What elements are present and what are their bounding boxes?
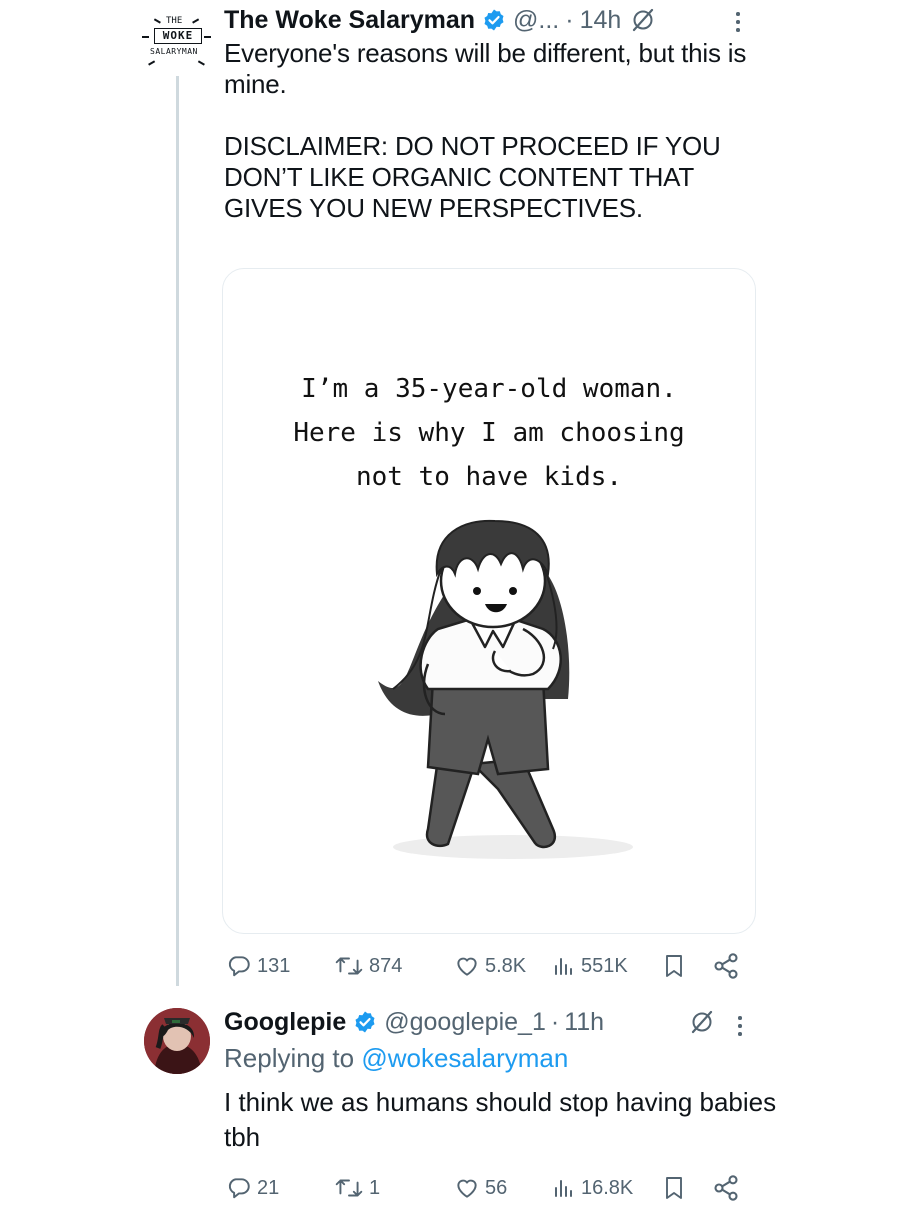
bookmark-button[interactable] (662, 948, 686, 984)
bookmark-icon (666, 955, 682, 977)
tweet1-media-image[interactable]: I’m a 35-year-old woman. Here is why I a… (222, 268, 756, 934)
tweet2-header: Googlepie @googlepie_1 · 11h (224, 1004, 604, 1040)
woke-salaryman-avatar[interactable]: THE WOKE SALARYMAN (140, 6, 214, 72)
reply-icon (228, 956, 250, 977)
repost-count: 874 (369, 954, 403, 977)
grok-icon[interactable] (688, 1008, 716, 1036)
thread-connector-line (176, 76, 179, 986)
separator-dot: · (565, 5, 574, 34)
logo-stroke (198, 60, 205, 66)
replying-prefix: Replying to (224, 1043, 362, 1073)
views-icon (555, 1180, 572, 1197)
logo-stroke (154, 18, 161, 24)
logo-line-2: WOKE (154, 28, 202, 44)
tweet1-text: Everyone's reasons will be different, bu… (224, 38, 747, 99)
comic-title-line: not to have kids. (355, 462, 623, 492)
googlepie-avatar[interactable] (144, 1008, 210, 1074)
reply-count: 21 (257, 1176, 280, 1199)
bookmark-button[interactable] (662, 1170, 686, 1206)
logo-line-3: SALARYMAN (150, 47, 198, 56)
timestamp[interactable]: 11h (564, 1008, 604, 1037)
repost-icon (335, 957, 363, 975)
replying-to: Replying to @wokesalaryman (224, 1043, 568, 1074)
like-icon (457, 957, 477, 976)
like-count: 5.8K (485, 954, 527, 977)
author-name[interactable]: Googlepie (224, 1008, 346, 1037)
author-handle[interactable]: @googlepie_1 (384, 1008, 546, 1037)
verified-badge-icon (484, 9, 504, 31)
tweet2-action-bar: 21 1 56 16.8K (222, 1170, 752, 1206)
avatar-image (144, 1008, 210, 1074)
tweet1-header: The Woke Salaryman @... · 14h (224, 3, 657, 37)
tweet1-body: Everyone's reasons will be different, bu… (224, 38, 764, 224)
reply-button[interactable]: 131 (226, 948, 290, 984)
separator-dot: · (550, 1007, 560, 1036)
tweet1-disclaimer: DISCLAIMER: DO NOT PROCEED IF YOU DON’T … (224, 131, 721, 223)
views-count: 551K (581, 954, 628, 977)
logo-stroke (204, 36, 211, 38)
like-icon (457, 1179, 477, 1198)
author-handle[interactable]: @... (513, 6, 559, 35)
replying-to-mention[interactable]: @wokesalaryman (361, 1043, 568, 1073)
share-icon (714, 953, 738, 979)
share-button[interactable] (712, 948, 740, 984)
comic-title: I’m a 35-year-old woman. Here is why I a… (223, 367, 755, 499)
logo-line-1: THE (166, 16, 183, 26)
logo-stroke (148, 60, 155, 66)
views-count: 16.8K (581, 1176, 634, 1199)
views-button[interactable]: 16.8K (552, 1170, 633, 1206)
timestamp[interactable]: 14h (580, 6, 622, 35)
reply-count: 131 (257, 954, 291, 977)
tweet1-action-bar: 131 874 5.8K 551K (222, 948, 752, 984)
reply-icon (228, 1178, 250, 1199)
like-button[interactable]: 56 (454, 1170, 507, 1206)
repost-button[interactable]: 1 (334, 1170, 380, 1206)
views-icon (555, 958, 572, 975)
tweet2-text: I think we as humans should stop having … (224, 1087, 777, 1152)
repost-button[interactable]: 874 (334, 948, 402, 984)
author-name[interactable]: The Woke Salaryman (224, 6, 475, 35)
grok-icon[interactable] (629, 6, 657, 34)
share-icon (714, 1175, 738, 1201)
repost-icon (335, 1179, 363, 1197)
views-button[interactable]: 551K (552, 948, 628, 984)
share-button[interactable] (712, 1170, 740, 1206)
comic-title-line: Here is why I am choosing (293, 418, 685, 448)
comic-title-line: I’m a 35-year-old woman. (301, 374, 677, 404)
logo-stroke (142, 36, 149, 38)
like-button[interactable]: 5.8K (454, 948, 526, 984)
bookmark-icon (666, 1177, 682, 1199)
reply-button[interactable]: 21 (226, 1170, 279, 1206)
more-options-button[interactable] (730, 1008, 750, 1042)
logo-stroke (192, 18, 199, 24)
more-options-button[interactable] (728, 4, 748, 38)
like-count: 56 (485, 1176, 508, 1199)
verified-badge-icon (355, 1011, 375, 1033)
repost-count: 1 (369, 1176, 381, 1199)
